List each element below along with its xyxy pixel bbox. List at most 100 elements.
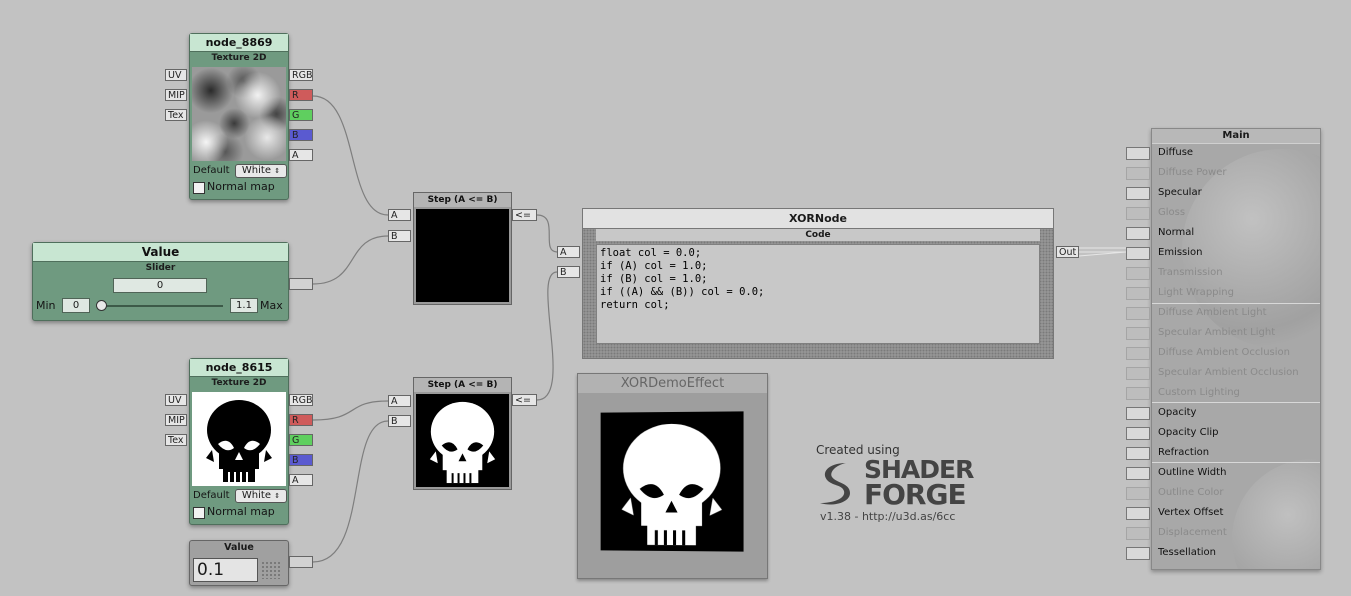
main-input-port[interactable] (1126, 547, 1150, 560)
white-skull-icon (429, 401, 496, 484)
step-input-b[interactable]: B (388, 230, 411, 242)
xor-input-a[interactable]: A (557, 246, 580, 258)
main-input-port[interactable] (1126, 267, 1150, 280)
max-value-field[interactable]: 1.1 (230, 298, 258, 313)
default-label: Default (193, 490, 230, 501)
texture-preview-skull (192, 392, 286, 486)
white-skull-icon (621, 423, 722, 546)
step-input-a[interactable]: A (388, 395, 411, 407)
main-input-port[interactable] (1126, 407, 1150, 420)
xor-input-b[interactable]: B (557, 266, 580, 278)
output-port-rgb[interactable]: RGB (289, 69, 313, 81)
main-input-port[interactable] (1126, 307, 1150, 320)
main-input-label: Gloss (1158, 207, 1186, 218)
input-port-mip[interactable]: MIP (165, 414, 187, 426)
input-port-mip[interactable]: MIP (165, 89, 187, 101)
wire-8869-r-to-step-a (312, 95, 389, 216)
slider-output-port[interactable] (289, 278, 313, 290)
main-input-port[interactable] (1126, 487, 1150, 500)
drag-grip-icon[interactable] (261, 561, 281, 579)
default-dropdown[interactable]: White ⇕ (235, 164, 287, 178)
code-editor[interactable]: float col = 0.0; if (A) col = 1.0; if (B… (596, 244, 1040, 344)
input-port-uv[interactable]: UV (165, 394, 187, 406)
main-input-label: Outline Color (1158, 487, 1224, 498)
step-input-b[interactable]: B (388, 415, 411, 427)
node-title: Step (A <= B) (414, 378, 511, 392)
input-port-uv[interactable]: UV (165, 69, 187, 81)
default-dropdown[interactable]: White ⇕ (235, 489, 287, 503)
xor-node[interactable]: XORNode Code float col = 0.0; if (A) col… (582, 208, 1054, 359)
output-port-rgb[interactable]: RGB (289, 394, 313, 406)
main-output-panel[interactable]: Main Diffuse Diffuse Power Specular Gloss No… (1151, 128, 1321, 570)
output-port-a[interactable]: A (289, 474, 313, 486)
main-input-port[interactable] (1126, 207, 1150, 220)
main-input-port[interactable] (1126, 147, 1150, 160)
output-port-r[interactable]: R (289, 89, 313, 101)
main-input-label: Normal (1158, 227, 1195, 238)
output-port-r[interactable]: R (289, 414, 313, 426)
node-title: Value (224, 542, 254, 553)
slider-handle[interactable] (96, 300, 107, 311)
output-port-g[interactable]: G (289, 109, 313, 121)
main-input-port[interactable] (1126, 527, 1150, 540)
main-input-port[interactable] (1126, 427, 1150, 440)
value-node[interactable]: Value 0.1 (189, 540, 289, 586)
main-input-port[interactable] (1126, 447, 1150, 460)
output-port-b[interactable]: B (289, 129, 313, 141)
value-field[interactable]: 0.1 (193, 558, 258, 582)
version-text: v1.38 - http://u3d.as/6cc (820, 510, 956, 523)
slider-value-field[interactable]: 0 (113, 278, 207, 293)
preview-title: XORDemoEffect (578, 374, 767, 393)
main-input-label: Specular (1158, 187, 1202, 198)
dropdown-arrows-icon: ⇕ (274, 167, 281, 175)
main-input-port[interactable] (1126, 387, 1150, 400)
preview-panel[interactable]: XORDemoEffect (577, 373, 768, 579)
xor-output[interactable]: Out (1056, 246, 1079, 258)
main-input-label: Transmission (1158, 267, 1223, 278)
input-port-tex[interactable]: Tex (165, 434, 187, 446)
wire-step-bottom-to-xor-b (536, 271, 558, 401)
step-node-bottom[interactable]: Step (A <= B) (413, 377, 512, 490)
main-input-port[interactable] (1126, 507, 1150, 520)
main-input-port[interactable] (1126, 347, 1150, 360)
main-input-label: Diffuse Power (1158, 167, 1227, 178)
value-output-port[interactable] (289, 556, 313, 568)
output-port-g[interactable]: G (289, 434, 313, 446)
wire-step-top-to-xor-a (536, 214, 558, 253)
main-input-port[interactable] (1126, 327, 1150, 340)
node-subtitle: Texture 2D (211, 378, 267, 388)
main-input-label: Custom Lighting (1158, 387, 1240, 398)
input-port-tex[interactable]: Tex (165, 109, 187, 121)
step-node-top[interactable]: Step (A <= B) (413, 192, 512, 305)
main-input-port[interactable] (1126, 247, 1150, 260)
node-title: node_8869 (190, 34, 288, 52)
texture-node-8869[interactable]: node_8869 Texture 2D Default White ⇕ Nor… (189, 33, 289, 200)
main-input-port[interactable] (1126, 227, 1150, 240)
main-input-label: Displacement (1158, 527, 1227, 538)
black-skull-icon (206, 400, 272, 482)
main-input-label: Diffuse Ambient Occlusion (1158, 347, 1290, 358)
value-slider-node[interactable]: Value Slider 0 Min 0 1.1 Max (32, 242, 289, 321)
normal-map-checkbox[interactable] (193, 182, 205, 194)
main-input-port[interactable] (1126, 367, 1150, 380)
slider-track[interactable] (99, 305, 223, 307)
main-input-port[interactable] (1126, 167, 1150, 180)
panel-separator (1152, 402, 1320, 403)
main-input-port[interactable] (1126, 287, 1150, 300)
main-input-port[interactable] (1126, 467, 1150, 480)
output-port-b[interactable]: B (289, 454, 313, 466)
normal-map-checkbox[interactable] (193, 507, 205, 519)
min-value-field[interactable]: 0 (62, 298, 90, 313)
step-output[interactable]: <= (512, 394, 537, 406)
main-input-label: Vertex Offset (1158, 507, 1224, 518)
texture-node-8615[interactable]: node_8615 Texture 2D Default White ⇕ Nor… (189, 358, 289, 525)
main-input-label: Refraction (1158, 447, 1210, 458)
step-preview-skull (416, 394, 509, 487)
output-port-a[interactable]: A (289, 149, 313, 161)
main-input-label: Opacity (1158, 407, 1197, 418)
panel-bg-sphere (1182, 149, 1320, 349)
main-input-port[interactable] (1126, 187, 1150, 200)
step-input-a[interactable]: A (388, 209, 411, 221)
step-output[interactable]: <= (512, 209, 537, 221)
node-title: XORNode (582, 208, 1054, 229)
